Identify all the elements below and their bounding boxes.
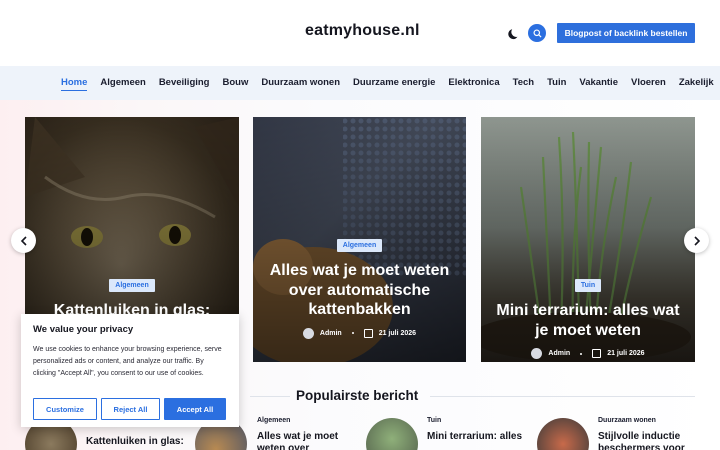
main-nav: Home Algemeen Beveiliging Bouw Duurzaam …: [0, 66, 720, 100]
post-meta: Admin 21 juli 2026: [481, 348, 695, 359]
category-badge[interactable]: Tuin: [574, 279, 602, 292]
list-item[interactable]: Tuin Mini terrarium: alles: [427, 417, 537, 443]
nav-item-algemeen[interactable]: Algemeen: [100, 66, 145, 100]
cookie-consent-dialog: We value your privacy We use cookies to …: [21, 314, 239, 427]
cookie-text: We use cookies to enhance your browsing …: [33, 346, 222, 377]
order-blogpost-button[interactable]: Blogpost of backlink bestellen: [557, 23, 695, 43]
post-title[interactable]: Mini terrarium: alles: [427, 431, 537, 443]
author-avatar: [302, 327, 314, 339]
category-badge[interactable]: Algemeen: [336, 239, 383, 252]
nav-item-vloeren[interactable]: Vloeren: [631, 66, 666, 100]
nav-item-tuin[interactable]: Tuin: [547, 66, 566, 100]
post-category[interactable]: Tuin: [427, 417, 537, 424]
calendar-icon: [592, 349, 602, 358]
category-badge[interactable]: Algemeen: [109, 279, 155, 292]
post-date: 21 juli 2026: [378, 329, 417, 337]
meta-separator: [351, 332, 354, 334]
cookie-title: We value your privacy: [33, 324, 134, 335]
slide-title[interactable]: Mini terrarium: alles wat je moet weten: [481, 301, 695, 340]
reject-all-button[interactable]: Reject All: [101, 398, 160, 420]
search-button[interactable]: [528, 24, 546, 42]
nav-item-duurzaam-wonen[interactable]: Duurzaam wonen: [261, 66, 340, 100]
moon-icon[interactable]: [506, 24, 524, 42]
page: eatmyhouse.nl Blogpost of backlink beste…: [0, 0, 720, 450]
section-divider: [430, 396, 695, 397]
calendar-icon: [363, 328, 373, 338]
slider-prev-button[interactable]: [11, 228, 36, 253]
post-date: 21 juli 2026: [607, 350, 645, 357]
chevron-right-icon: [693, 235, 700, 246]
nav-item-bouw[interactable]: Bouw: [223, 66, 249, 100]
section-divider: [250, 396, 290, 397]
post-title[interactable]: Alles wat je moet weten over: [257, 431, 367, 450]
post-title[interactable]: Stijlvolle inductie beschermers voor: [598, 431, 708, 450]
popular-heading: Populairste bericht: [296, 388, 419, 403]
post-category[interactable]: Algemeen: [257, 417, 367, 424]
nav-item-zakelijk[interactable]: Zakelijk: [679, 66, 714, 100]
author-avatar: [531, 348, 543, 359]
post-category[interactable]: Duurzaam wonen: [598, 417, 708, 424]
slide-card[interactable]: Algemeen Alles wat je moet weten over au…: [253, 117, 466, 362]
nav-item-home[interactable]: Home: [61, 66, 88, 100]
post-meta: Admin 21 juli 2026: [253, 327, 466, 339]
chevron-left-icon: [20, 235, 27, 246]
accept-all-button[interactable]: Accept All: [164, 398, 226, 420]
nav-item-beveiliging[interactable]: Beveiliging: [159, 66, 210, 100]
slider-next-button[interactable]: [684, 228, 709, 253]
site-header: eatmyhouse.nl Blogpost of backlink beste…: [0, 0, 720, 66]
slide-card[interactable]: Tuin Mini terrarium: alles wat je moet w…: [481, 117, 695, 362]
customize-button[interactable]: Customize: [33, 398, 97, 420]
nav-item-elektronica[interactable]: Elektronica: [448, 66, 499, 100]
nav-item-duurzame-energie[interactable]: Duurzame energie: [353, 66, 435, 100]
author-name[interactable]: Admin: [548, 350, 570, 357]
author-name[interactable]: Admin: [320, 330, 342, 337]
post-title[interactable]: Kattenluiken in glas:: [86, 436, 196, 448]
nav-item-tech[interactable]: Tech: [513, 66, 534, 100]
meta-separator: [580, 352, 583, 355]
slide-title[interactable]: Alles wat je moet weten over automatisch…: [253, 261, 466, 320]
list-item[interactable]: Duurzaam wonen Stijlvolle inductie besch…: [598, 417, 708, 450]
search-icon: [532, 28, 542, 38]
nav-item-vakantie[interactable]: Vakantie: [579, 66, 618, 100]
list-item[interactable]: Algemeen Alles wat je moet weten over: [257, 417, 367, 450]
site-logo[interactable]: eatmyhouse.nl: [305, 22, 420, 40]
